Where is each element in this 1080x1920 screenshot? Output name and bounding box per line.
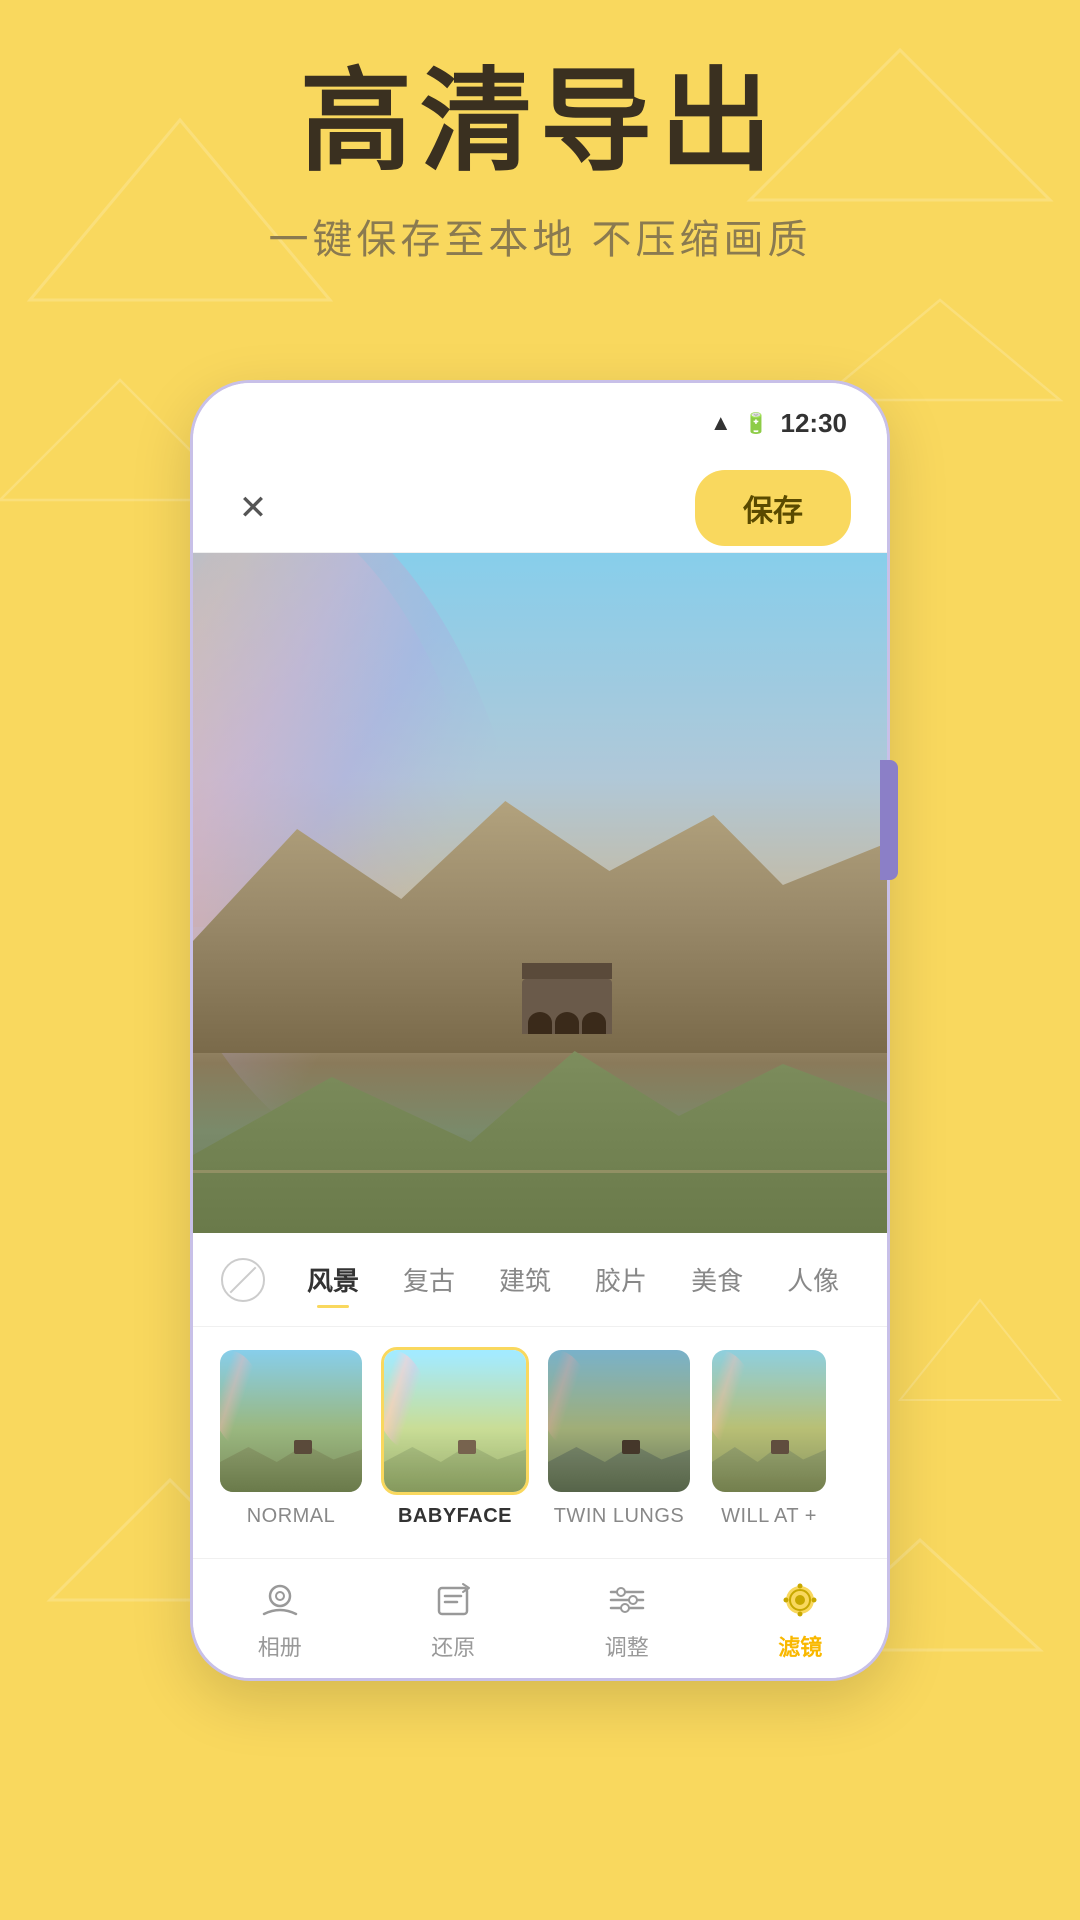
thumb-label-normal: NORMAL <box>247 1505 336 1528</box>
bottom-nav: 相册 还原 <box>193 1558 887 1678</box>
close-button[interactable]: ✕ <box>229 484 277 532</box>
filter-icon <box>776 1576 824 1624</box>
adjust-icon <box>603 1576 651 1624</box>
building-roof <box>522 963 612 979</box>
hero-title: 高清导出 <box>0 60 1080 183</box>
nav-item-filter[interactable]: 滤镜 <box>776 1576 824 1662</box>
nav-label-album: 相册 <box>258 1630 302 1662</box>
filter-thumb-will-at[interactable]: WILL AT + <box>709 1347 829 1528</box>
photo-area <box>193 553 887 1233</box>
phone-outer: ▲ 🔋 12:30 ✕ 保存 <box>190 380 890 1681</box>
building-arches <box>522 1012 612 1034</box>
nav-label-filter: 滤镜 <box>778 1630 822 1662</box>
filter-cat-retro[interactable]: 复古 <box>381 1253 477 1306</box>
filter-cat-portrait[interactable]: 人像 <box>765 1253 861 1306</box>
signal-icon: ▲ <box>710 410 732 436</box>
thumb-img-twin-lungs <box>545 1347 693 1495</box>
hero-section: 高清导出 一键保存至本地 不压缩画质 <box>0 60 1080 265</box>
filter-cat-architecture[interactable]: 建筑 <box>477 1253 573 1306</box>
phone-mockup: ▲ 🔋 12:30 ✕ 保存 <box>190 380 890 1681</box>
filter-cat-landscape[interactable]: 风景 <box>285 1253 381 1306</box>
app-header: ✕ 保存 <box>193 463 887 553</box>
battery-icon: 🔋 <box>744 411 769 436</box>
filter-thumb-normal[interactable]: NORMAL <box>217 1347 365 1528</box>
thumb-label-twin-lungs: TWIN LUNGS <box>554 1505 685 1528</box>
thumb-label-will-at: WILL AT + <box>721 1505 817 1528</box>
filter-categories: 风景 复古 建筑 胶片 美食 人像 <box>193 1233 887 1327</box>
save-button[interactable]: 保存 <box>695 470 851 546</box>
close-icon: ✕ <box>239 488 268 528</box>
arch-2 <box>555 1012 579 1034</box>
filter-thumb-babyface[interactable]: BABYFACE <box>381 1347 529 1528</box>
thumb-img-normal <box>217 1347 365 1495</box>
album-icon <box>256 1576 304 1624</box>
filter-thumbs-row: NORMAL BABYFACE <box>193 1327 887 1548</box>
arch-3 <box>582 1012 606 1034</box>
filter-cat-food[interactable]: 美食 <box>669 1253 765 1306</box>
filter-thumb-twin-lungs[interactable]: TWIN LUNGS <box>545 1347 693 1528</box>
nav-label-adjust: 调整 <box>605 1630 649 1662</box>
status-bar: ▲ 🔋 12:30 <box>193 383 887 463</box>
filter-section: 风景 复古 建筑 胶片 美食 人像 <box>193 1233 887 1558</box>
thumb-img-babyface <box>381 1347 529 1495</box>
road-line <box>193 1170 887 1173</box>
side-tab <box>880 760 898 880</box>
nav-item-album[interactable]: 相册 <box>256 1576 304 1662</box>
thumb-img-will-at <box>709 1347 829 1495</box>
status-time: 12:30 <box>781 408 848 439</box>
building <box>522 963 612 1033</box>
restore-icon <box>429 1576 477 1624</box>
arch-1 <box>528 1012 552 1034</box>
nav-item-adjust[interactable]: 调整 <box>603 1576 651 1662</box>
no-filter-icon[interactable] <box>221 1258 265 1302</box>
hero-subtitle: 一键保存至本地 不压缩画质 <box>0 207 1080 265</box>
nav-label-restore: 还原 <box>431 1630 475 1662</box>
building-body <box>522 979 612 1034</box>
thumb-label-babyface: BABYFACE <box>398 1505 512 1528</box>
filter-cat-film[interactable]: 胶片 <box>573 1253 669 1306</box>
nav-item-restore[interactable]: 还原 <box>429 1576 477 1662</box>
